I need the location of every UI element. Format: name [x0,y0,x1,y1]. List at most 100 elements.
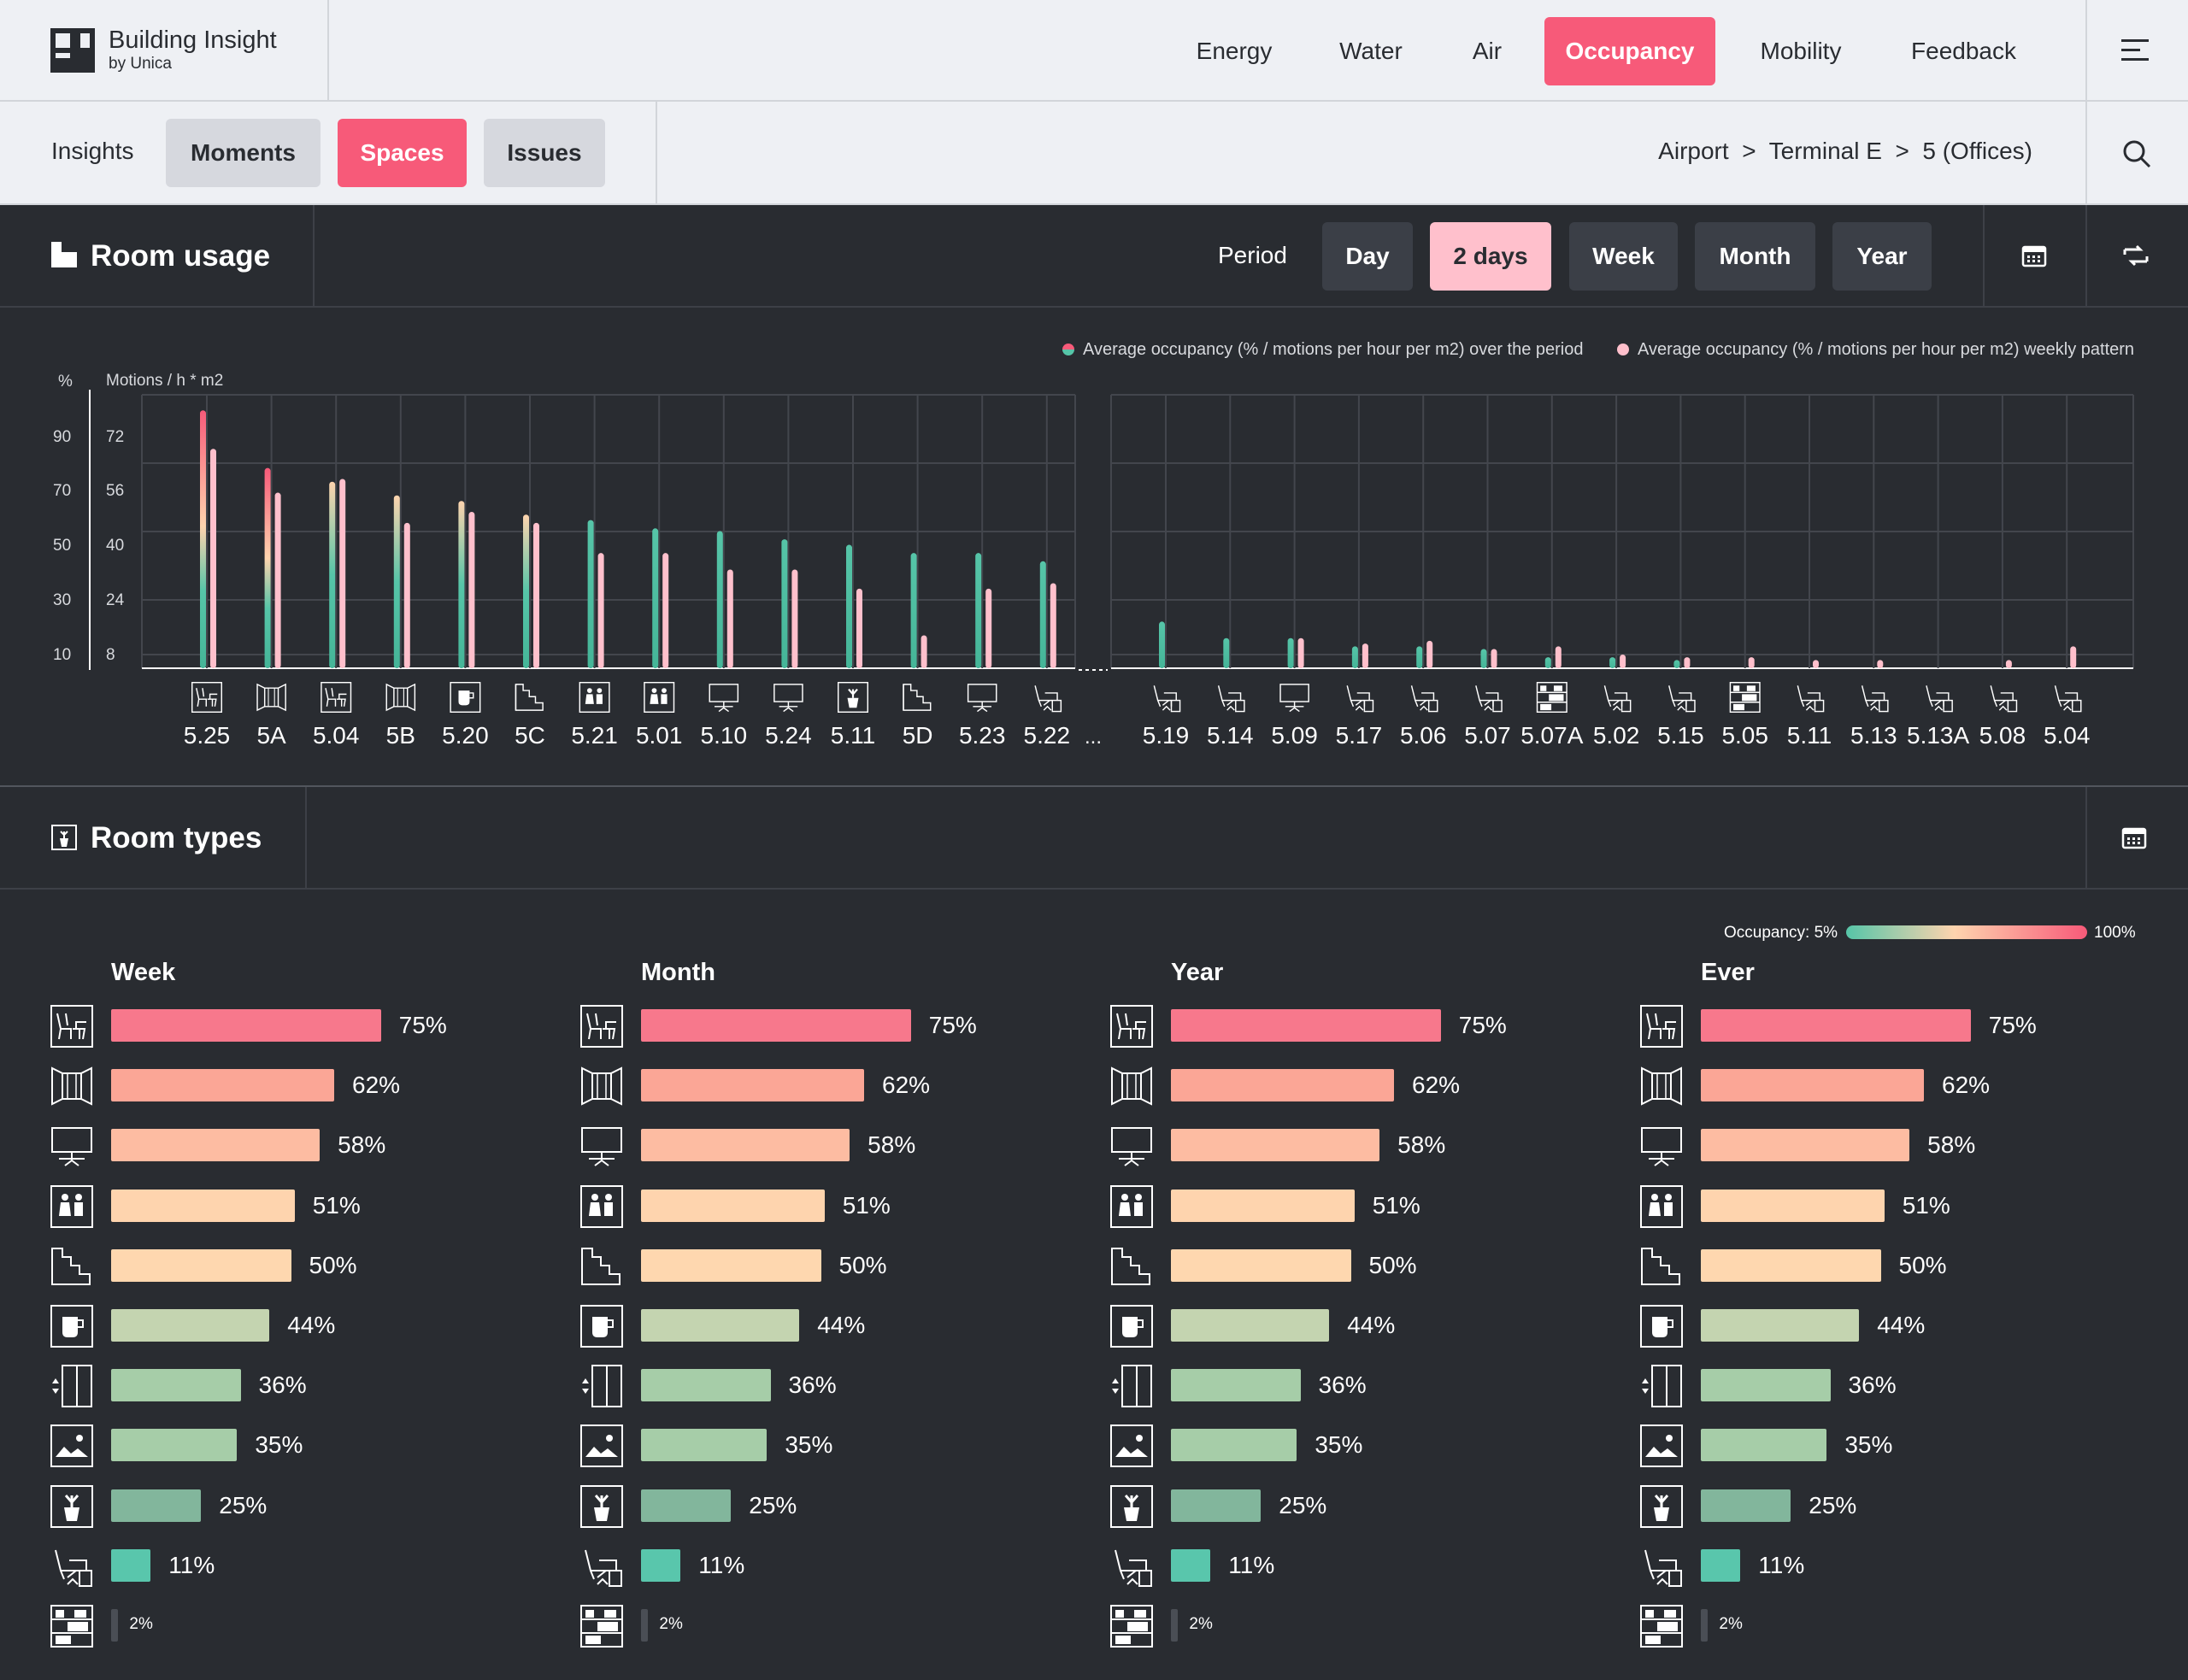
column-title: Ever [1701,959,1755,986]
room-type-bar[interactable] [1701,1548,1741,1582]
room-type-bar[interactable] [1171,1189,1355,1222]
room-type-bar[interactable] [111,1548,151,1582]
bar-weekly [791,569,798,668]
room-type-bar[interactable] [1171,1489,1262,1522]
pantry-icon [450,682,481,713]
room-type-bar[interactable] [111,1369,241,1402]
room-type-bar[interactable] [111,1248,291,1282]
room-type-bar[interactable] [641,1069,865,1102]
room-type-bar[interactable] [1701,1129,1910,1162]
room-type-bar[interactable] [641,1369,771,1402]
room-type-bar[interactable] [641,1248,821,1282]
tab-issues[interactable]: Issues [484,119,605,187]
nav-air[interactable]: Air [1444,17,1530,85]
room-type-bar[interactable] [1171,1069,1395,1102]
nav-energy[interactable]: Energy [1171,17,1297,85]
x-tick-label: 5.15 [1657,722,1704,749]
presentation-icon [1111,1127,1152,1167]
room-type-bar[interactable] [1171,1009,1441,1042]
room-type-bar[interactable] [111,1489,202,1522]
x-tick-label: 5D [903,722,933,749]
room-type-bar[interactable] [641,1548,681,1582]
bar-weekly [920,635,927,668]
room-type-bar[interactable] [641,1429,768,1462]
room-type-bar[interactable] [641,1009,911,1042]
bar-weekly [339,479,346,668]
stairs-icon [581,1247,621,1285]
room-type-bar[interactable] [111,1189,295,1222]
plant-icon [838,682,868,713]
storage-icon [1729,682,1761,713]
room-type-bar[interactable] [111,1429,238,1462]
room-type-bar[interactable] [111,1309,270,1342]
x-tick-label: 5B [386,722,415,749]
room-type-bar[interactable] [1171,1129,1380,1162]
period-2days[interactable]: 2 days [1430,222,1551,291]
gallery-icon [1640,1424,1683,1468]
breadcrumb-item[interactable]: Airport [1658,138,1728,164]
x-tick-label: 5.11 [831,722,875,749]
room-type-bar[interactable] [1171,1609,1179,1642]
bar-weekly [726,569,733,668]
room-type-bar[interactable] [1701,1189,1885,1222]
bar-weekly [403,522,410,668]
x-tick-label: 5.04 [313,722,360,749]
column-title: Month [641,959,715,986]
room-type-bar[interactable] [641,1309,800,1342]
bar-weekly [597,553,604,668]
storage-icon [50,1605,93,1648]
y-tick-label: 8 [106,646,115,664]
nav-mobility[interactable]: Mobility [1726,17,1875,85]
menu-icon[interactable] [2121,38,2150,63]
room-type-bar[interactable] [111,1609,119,1642]
presentation-icon [1279,684,1309,713]
tab-spaces[interactable]: Spaces [338,119,467,187]
room-type-bar[interactable] [1701,1609,1709,1642]
calendar-icon[interactable] [2121,825,2147,850]
room-type-bar[interactable] [1171,1248,1351,1282]
room-type-bar[interactable] [111,1129,321,1162]
room-type-bar[interactable] [1701,1429,1827,1462]
y-tick-label: 70 [53,482,71,500]
room-type-bar[interactable] [1701,1489,1791,1522]
room-type-bar[interactable] [1171,1369,1301,1402]
room-type-bar[interactable] [1171,1309,1330,1342]
room-type-bar[interactable] [641,1489,732,1522]
room-type-bar[interactable] [641,1189,825,1222]
nav-feedback[interactable]: Feedback [1889,17,2038,85]
insights-link[interactable]: Insights [51,138,134,165]
room-type-value: 75% [398,1012,447,1038]
room-type-value: 36% [788,1372,837,1399]
period-week[interactable]: Week [1569,222,1678,291]
room-type-bar[interactable] [641,1129,850,1162]
period-month[interactable]: Month [1695,222,1815,291]
room-types-title: Room types [91,821,262,855]
compare-icon[interactable] [2121,243,2150,268]
period-day[interactable]: Day [1322,222,1413,291]
period-year[interactable]: Year [1832,222,1932,291]
room-type-bar[interactable] [1701,1069,1925,1102]
room-type-bar[interactable] [1701,1309,1860,1342]
pantry-icon [1640,1305,1683,1348]
nav-water[interactable]: Water [1308,17,1434,85]
search-icon[interactable] [2122,139,2151,168]
tab-moments[interactable]: Moments [166,119,321,187]
brand[interactable]: Building Insight by Unica [109,26,277,73]
calendar-icon[interactable] [2021,243,2047,268]
breadcrumb-item[interactable]: 5 (Offices) [1922,138,2032,164]
room-type-bar[interactable] [641,1609,649,1642]
sub-nav: Insights Moments Spaces Issues Airport >… [0,102,2188,205]
room-type-bar[interactable] [111,1009,381,1042]
x-tick-label: 5.07A [1520,722,1583,749]
x-tick-label: 5C [515,722,545,749]
nav-occupancy[interactable]: Occupancy [1544,17,1715,85]
room-type-bar[interactable] [1701,1369,1831,1402]
room-type-bar[interactable] [1171,1548,1211,1582]
room-type-bar[interactable] [1701,1248,1881,1282]
room-type-value: 2% [1189,1615,1213,1633]
room-type-bar[interactable] [1701,1009,1971,1042]
breadcrumb-item[interactable]: Terminal E [1769,138,1882,164]
room-type-bar[interactable] [1171,1429,1297,1462]
bar-period [1223,637,1230,668]
room-type-bar[interactable] [111,1069,335,1102]
